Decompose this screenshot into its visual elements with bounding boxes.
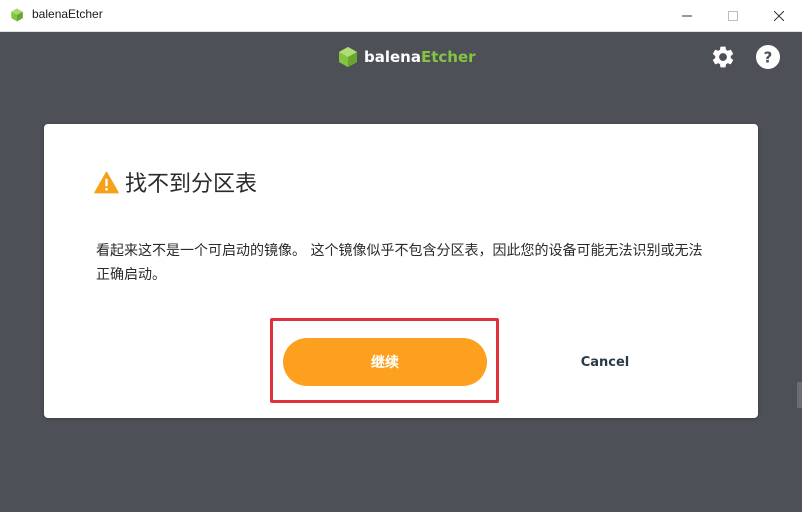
dialog-title: 找不到分区表 (125, 172, 258, 197)
help-button[interactable]: ? (755, 44, 781, 70)
balena-cube-icon (339, 47, 357, 67)
scrollbar-thumb[interactable] (797, 382, 802, 408)
maximize-icon (728, 10, 738, 21)
close-button[interactable] (756, 0, 802, 31)
app-window: balenaEtcher balena Etcher ? 找不到分区表 看起来这… (0, 0, 802, 512)
logo-text-balena: balena (364, 48, 421, 66)
svg-text:?: ? (764, 49, 773, 67)
maximize-button[interactable] (710, 0, 756, 31)
minimize-icon (682, 15, 692, 16)
dialog-message: 看起来这不是一个可启动的镜像。 这个镜像似乎不包含分区表，因此您的设备可能无法识… (96, 243, 703, 283)
error-dialog: 找不到分区表 看起来这不是一个可启动的镜像。 这个镜像似乎不包含分区表，因此您的… (44, 124, 758, 418)
logo-text-etcher: Etcher (420, 48, 476, 66)
balena-cube-icon (11, 8, 23, 22)
close-icon (774, 10, 784, 21)
help-circle-icon: ? (756, 45, 780, 69)
settings-button[interactable] (710, 44, 736, 70)
window-title: balenaEtcher (32, 7, 103, 21)
app-logo: balena Etcher (338, 46, 476, 68)
continue-button[interactable]: 继续 (283, 338, 487, 386)
minimize-button[interactable] (664, 0, 710, 31)
gear-icon (712, 46, 734, 68)
warning-icon (94, 171, 119, 193)
title-bar: balenaEtcher (0, 0, 802, 32)
cancel-button[interactable]: Cancel (564, 350, 646, 374)
dialog-header: 找不到分区表 (94, 166, 257, 198)
